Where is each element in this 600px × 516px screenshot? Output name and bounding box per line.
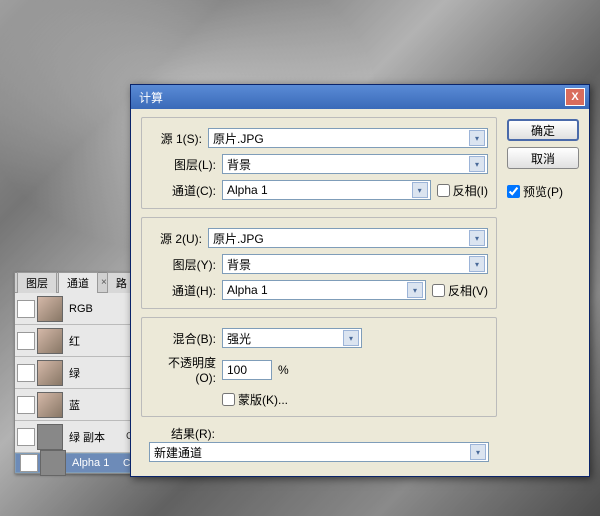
blend-group: 混合(B): 强光 ▾ 不透明度(O): % 蒙版(K)... bbox=[141, 317, 497, 417]
source2-invert-checkbox[interactable]: 反相(V) bbox=[432, 282, 488, 299]
preview-checkbox[interactable]: 预览(P) bbox=[507, 183, 579, 200]
preview-label: 预览(P) bbox=[523, 183, 563, 200]
source2-value: 原片.JPG bbox=[213, 230, 264, 247]
channel-thumb bbox=[40, 450, 66, 476]
source2-layer-select[interactable]: 背景 ▾ bbox=[222, 254, 488, 274]
chevron-down-icon: ▾ bbox=[469, 256, 485, 272]
dialog-left-column: 源 1(S): 原片.JPG ▾ 图层(L): 背景 ▾ 通道(C): Alpha … bbox=[141, 117, 497, 462]
channel-name: Alpha 1 bbox=[72, 457, 123, 469]
source1-label: 源 1(S): bbox=[150, 130, 208, 147]
dialog-titlebar[interactable]: 计算 X bbox=[131, 85, 589, 109]
blend-mode-select[interactable]: 强光 ▾ bbox=[222, 328, 362, 348]
source1-layer-label: 图层(L): bbox=[150, 156, 222, 173]
source1-channel-select[interactable]: Alpha 1 ▾ bbox=[222, 180, 431, 200]
opacity-label: 不透明度(O): bbox=[150, 354, 222, 385]
source2-group: 源 2(U): 原片.JPG ▾ 图层(Y): 背景 ▾ 通道(H): Alpha … bbox=[141, 217, 497, 309]
chevron-down-icon: ▾ bbox=[343, 330, 359, 346]
chevron-down-icon: ▾ bbox=[412, 182, 428, 198]
source2-channel-value: Alpha 1 bbox=[227, 283, 268, 297]
source1-value: 原片.JPG bbox=[213, 130, 264, 147]
channel-thumb bbox=[37, 328, 63, 354]
source2-channel-select[interactable]: Alpha 1 ▾ bbox=[222, 280, 426, 300]
source1-channel-label: 通道(C): bbox=[150, 182, 222, 199]
source2-layer-label: 图层(Y): bbox=[150, 256, 222, 273]
channel-thumb bbox=[37, 296, 63, 322]
source1-layer-value: 背景 bbox=[227, 156, 251, 173]
result-select[interactable]: 新建通道 ▾ bbox=[149, 442, 489, 462]
source1-select[interactable]: 原片.JPG ▾ bbox=[208, 128, 488, 148]
tab-channels[interactable]: 通道 bbox=[58, 272, 98, 293]
dialog-right-column: 确定 取消 预览(P) bbox=[507, 117, 579, 462]
cancel-button[interactable]: 取消 bbox=[507, 147, 579, 169]
chevron-down-icon: ▾ bbox=[470, 444, 486, 460]
source2-layer-value: 背景 bbox=[227, 256, 251, 273]
calculations-dialog: 计算 X 源 1(S): 原片.JPG ▾ 图层(L): 背景 ▾ 通道(C): A… bbox=[130, 84, 590, 477]
mask-checkbox[interactable]: 蒙版(K)... bbox=[222, 391, 288, 408]
visibility-icon[interactable] bbox=[17, 364, 35, 382]
channel-thumb bbox=[37, 360, 63, 386]
dialog-body: 源 1(S): 原片.JPG ▾ 图层(L): 背景 ▾ 通道(C): Alpha … bbox=[131, 109, 589, 476]
visibility-icon[interactable]: 👁 bbox=[20, 454, 38, 472]
chevron-down-icon: ▾ bbox=[469, 156, 485, 172]
chevron-down-icon: ▾ bbox=[469, 230, 485, 246]
blend-mode-value: 强光 bbox=[227, 330, 251, 347]
visibility-icon[interactable] bbox=[17, 396, 35, 414]
source2-label: 源 2(U): bbox=[150, 230, 208, 247]
source1-channel-value: Alpha 1 bbox=[227, 183, 268, 197]
visibility-icon[interactable] bbox=[17, 300, 35, 318]
source2-channel-label: 通道(H): bbox=[150, 282, 222, 299]
ok-button[interactable]: 确定 bbox=[507, 119, 579, 141]
opacity-input[interactable] bbox=[222, 360, 272, 380]
chevron-down-icon: ▾ bbox=[407, 282, 423, 298]
result-value: 新建通道 bbox=[154, 444, 202, 461]
source2-select[interactable]: 原片.JPG ▾ bbox=[208, 228, 488, 248]
visibility-icon[interactable] bbox=[17, 428, 35, 446]
result-label: 结果(R): bbox=[149, 425, 221, 442]
channel-thumb bbox=[37, 392, 63, 418]
percent-label: % bbox=[278, 363, 289, 377]
visibility-icon[interactable] bbox=[17, 332, 35, 350]
dialog-title: 计算 bbox=[135, 89, 565, 106]
blend-label: 混合(B): bbox=[150, 330, 222, 347]
source1-layer-select[interactable]: 背景 ▾ bbox=[222, 154, 488, 174]
source1-invert-label: 反相(I) bbox=[453, 182, 488, 199]
source1-group: 源 1(S): 原片.JPG ▾ 图层(L): 背景 ▾ 通道(C): Alpha … bbox=[141, 117, 497, 209]
close-icon[interactable]: X bbox=[565, 88, 585, 106]
mask-label: 蒙版(K)... bbox=[238, 391, 288, 408]
chevron-down-icon: ▾ bbox=[469, 130, 485, 146]
source1-invert-checkbox[interactable]: 反相(I) bbox=[437, 182, 488, 199]
tab-layers[interactable]: 图层 bbox=[17, 272, 57, 293]
channel-name: 绿 副本 bbox=[69, 429, 126, 445]
source2-invert-label: 反相(V) bbox=[448, 282, 488, 299]
channel-thumb bbox=[37, 424, 63, 450]
